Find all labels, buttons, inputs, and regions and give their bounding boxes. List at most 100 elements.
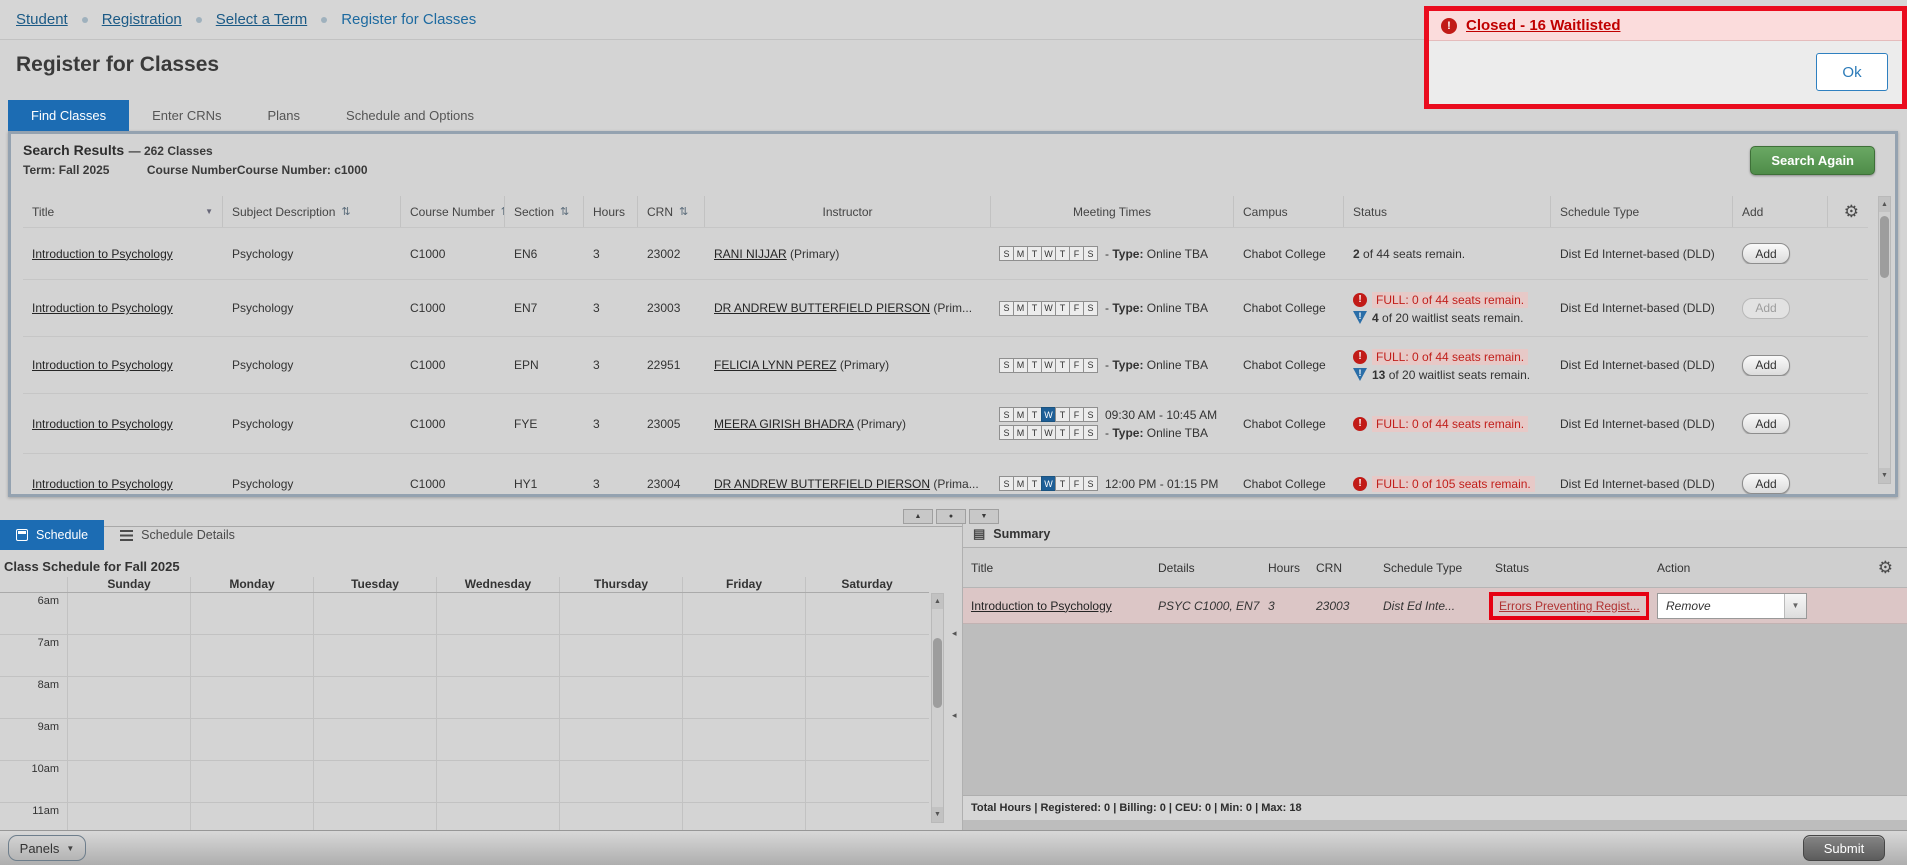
column-course-number[interactable]: Course Number xyxy=(401,196,505,227)
tab-schedule-details[interactable]: Schedule Details xyxy=(104,520,251,550)
schedule-cell xyxy=(805,803,928,830)
scrollbar-thumb[interactable] xyxy=(1880,216,1889,278)
column-subject[interactable]: Subject Description xyxy=(223,196,401,227)
chevron-down-icon[interactable] xyxy=(1784,594,1806,618)
sort-icon[interactable] xyxy=(560,205,569,218)
tab-enter-crns[interactable]: Enter CRNs xyxy=(129,100,244,131)
instructor-link[interactable]: DR ANDREW BUTTERFIELD PIERSON xyxy=(714,301,930,315)
submit-button[interactable]: Submit xyxy=(1803,835,1885,861)
errors-preventing-registration-link[interactable]: Errors Preventing Regist... xyxy=(1499,599,1640,613)
results-scrollbar[interactable] xyxy=(1878,196,1891,484)
column-campus[interactable]: Campus xyxy=(1234,196,1344,227)
add-button[interactable]: Add xyxy=(1742,413,1790,434)
full-status-text: FULL: 0 of 105 seats remain. xyxy=(1372,476,1535,492)
scroll-up-icon[interactable] xyxy=(932,594,943,609)
register-tabs: Find Classes Enter CRNs Plans Schedule a… xyxy=(8,100,497,131)
course-title-link[interactable]: Introduction to Psychology xyxy=(32,477,173,491)
notification-popup: Closed - 16 Waitlisted Ok xyxy=(1424,6,1907,109)
expand-down-button[interactable] xyxy=(969,509,999,524)
status-cell: FULL: 0 of 44 seats remain. xyxy=(1344,416,1551,432)
schedule-cell xyxy=(190,593,313,634)
panels-button[interactable]: Panels xyxy=(8,835,86,861)
crn-cell: 23002 xyxy=(638,247,705,261)
day-header: Monday xyxy=(190,577,313,592)
instructor-link[interactable]: FELICIA LYNN PEREZ xyxy=(714,358,836,372)
meeting-type-label: Type: xyxy=(1112,301,1143,315)
instructor-link[interactable]: MEERA GIRISH BHADRA xyxy=(714,417,853,431)
column-title[interactable]: Title xyxy=(23,196,223,227)
search-again-button[interactable]: Search Again xyxy=(1750,146,1875,175)
day-box: W xyxy=(1041,476,1056,491)
schedule-cell xyxy=(313,803,436,830)
scroll-down-icon[interactable] xyxy=(1879,468,1890,483)
day-box: S xyxy=(1083,425,1098,440)
notification-message-link[interactable]: Closed - 16 Waitlisted xyxy=(1466,17,1620,34)
scrollbar-thumb[interactable] xyxy=(933,638,942,708)
instructor-link[interactable]: DR ANDREW BUTTERFIELD PIERSON xyxy=(714,477,930,491)
summary-column-title: Title xyxy=(963,561,1150,575)
column-crn[interactable]: CRN xyxy=(638,196,705,227)
term-label: Term: Fall 2025 xyxy=(23,163,109,177)
column-section[interactable]: Section xyxy=(505,196,584,227)
footer-bar: Panels Submit xyxy=(0,830,1907,865)
column-schedule-type[interactable]: Schedule Type xyxy=(1551,196,1733,227)
add-button[interactable]: Add xyxy=(1742,298,1790,319)
expand-up-button[interactable] xyxy=(903,509,933,524)
breadcrumb-register-for-classes[interactable]: Register for Classes xyxy=(341,11,476,28)
page-title: Register for Classes xyxy=(16,53,219,77)
sort-icon[interactable] xyxy=(679,205,688,218)
instructor-note: (Prim... xyxy=(933,301,972,315)
column-hours[interactable]: Hours xyxy=(584,196,638,227)
course-title-link[interactable]: Introduction to Psychology xyxy=(32,417,173,431)
gear-icon[interactable] xyxy=(1844,202,1859,222)
breadcrumb-bullet-icon xyxy=(82,17,88,23)
course-title-link[interactable]: Introduction to Psychology xyxy=(32,358,173,372)
course-title-link[interactable]: Introduction to Psychology xyxy=(32,301,173,315)
schedule-cell xyxy=(805,677,928,718)
scroll-down-icon[interactable] xyxy=(932,807,943,822)
day-box: T xyxy=(1055,476,1070,491)
day-box: S xyxy=(1083,476,1098,491)
add-button[interactable]: Add xyxy=(1742,355,1790,376)
day-box: F xyxy=(1069,246,1084,261)
day-box: F xyxy=(1069,476,1084,491)
crn-cell: 23003 xyxy=(638,301,705,315)
schedule-scrollbar[interactable] xyxy=(931,593,944,823)
scroll-up-icon[interactable] xyxy=(1879,197,1890,212)
crn-cell: 23005 xyxy=(638,417,705,431)
summary-course-link[interactable]: Introduction to Psychology xyxy=(971,599,1112,613)
column-instructor[interactable]: Instructor xyxy=(705,196,991,227)
ok-button[interactable]: Ok xyxy=(1816,53,1888,91)
instructor-link[interactable]: RANI NIJJAR xyxy=(714,247,787,261)
action-select[interactable]: Remove xyxy=(1657,593,1807,619)
tab-find-classes[interactable]: Find Classes xyxy=(8,100,129,131)
chevron-down-icon xyxy=(66,844,74,853)
reset-split-button[interactable] xyxy=(936,509,966,524)
breadcrumb-select-a-term[interactable]: Select a Term xyxy=(216,11,307,28)
column-status[interactable]: Status xyxy=(1344,196,1551,227)
add-button[interactable]: Add xyxy=(1742,243,1790,264)
column-campus-label: Campus xyxy=(1243,205,1288,219)
add-button[interactable]: Add xyxy=(1742,473,1790,494)
schedule-cell xyxy=(682,635,805,676)
column-meeting-times[interactable]: Meeting Times xyxy=(991,196,1234,227)
course-title-link[interactable]: Introduction to Psychology xyxy=(32,247,173,261)
subject-cell: Psychology xyxy=(223,301,401,315)
notification-header: Closed - 16 Waitlisted xyxy=(1429,11,1902,41)
filter-caret-icon[interactable] xyxy=(205,207,213,216)
search-results-count: — 262 Classes xyxy=(129,144,213,158)
tab-schedule[interactable]: Schedule xyxy=(0,520,104,550)
instructor-note: (Primary) xyxy=(790,247,839,261)
day-box: T xyxy=(1055,407,1070,422)
breadcrumb-student[interactable]: Student xyxy=(16,11,68,28)
gear-icon[interactable] xyxy=(1878,558,1893,577)
sort-icon[interactable] xyxy=(341,205,350,218)
summary-title: Summary xyxy=(993,527,1050,541)
schedule-cell xyxy=(682,803,805,830)
tab-plans[interactable]: Plans xyxy=(245,100,324,131)
hours-cell: 3 xyxy=(584,301,638,315)
breadcrumb-registration[interactable]: Registration xyxy=(102,11,182,28)
tab-schedule-and-options[interactable]: Schedule and Options xyxy=(323,100,497,131)
summary-column-crn: CRN xyxy=(1308,561,1375,575)
time-label: 11am xyxy=(0,803,67,830)
